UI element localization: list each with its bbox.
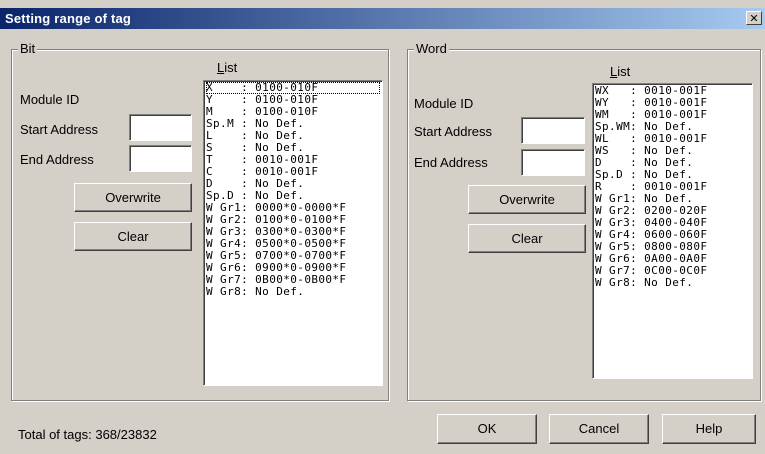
title-bar: Setting range of tag ✕ bbox=[0, 8, 765, 29]
total-tags-label: Total of tags: bbox=[18, 427, 92, 442]
bit-list-label: List bbox=[217, 60, 238, 75]
cancel-button[interactable]: Cancel bbox=[549, 414, 649, 444]
bit-tag-list[interactable]: X : 0100-010F Y : 0100-010F M : 0100-010F S… bbox=[203, 80, 383, 386]
bit-end-address-label: End Address bbox=[20, 152, 94, 167]
close-button[interactable]: ✕ bbox=[746, 11, 762, 25]
list-item[interactable]: W Gr8: No Def. bbox=[206, 286, 380, 298]
bit-overwrite-button[interactable]: Overwrite bbox=[74, 183, 192, 212]
bit-clear-button[interactable]: Clear bbox=[74, 222, 192, 251]
word-tag-list[interactable]: WX : 0010-001F WY : 0010-001F WM : 0010-00… bbox=[592, 83, 753, 379]
total-tags-status: Total of tags: 368/23832 bbox=[18, 427, 157, 442]
total-tags-value: 368/23832 bbox=[95, 427, 157, 442]
word-list-label-rest: ist bbox=[617, 64, 631, 79]
word-overwrite-button[interactable]: Overwrite bbox=[468, 185, 586, 214]
word-list-label: List bbox=[610, 64, 631, 79]
help-button[interactable]: Help bbox=[662, 414, 756, 444]
ok-button[interactable]: OK bbox=[437, 414, 537, 444]
word-end-address-field[interactable] bbox=[521, 149, 585, 176]
bit-end-address-field[interactable] bbox=[129, 145, 192, 172]
bit-start-address-field[interactable] bbox=[129, 114, 192, 141]
word-module-id-label: Module ID bbox=[414, 96, 474, 111]
bit-start-address-label: Start Address bbox=[20, 122, 99, 137]
bit-list-label-rest: ist bbox=[224, 60, 238, 75]
close-icon: ✕ bbox=[749, 13, 759, 25]
word-start-address-label: Start Address bbox=[414, 124, 493, 139]
bit-group-caption: Bit bbox=[18, 41, 38, 56]
word-clear-button[interactable]: Clear bbox=[468, 224, 586, 253]
word-start-address-field[interactable] bbox=[521, 117, 585, 144]
window-title: Setting range of tag bbox=[5, 11, 132, 26]
word-end-address-label: End Address bbox=[414, 155, 488, 170]
word-group-caption: Word bbox=[414, 41, 449, 56]
bit-module-id-label: Module ID bbox=[20, 92, 80, 107]
list-item[interactable]: W Gr8: No Def. bbox=[595, 277, 750, 289]
